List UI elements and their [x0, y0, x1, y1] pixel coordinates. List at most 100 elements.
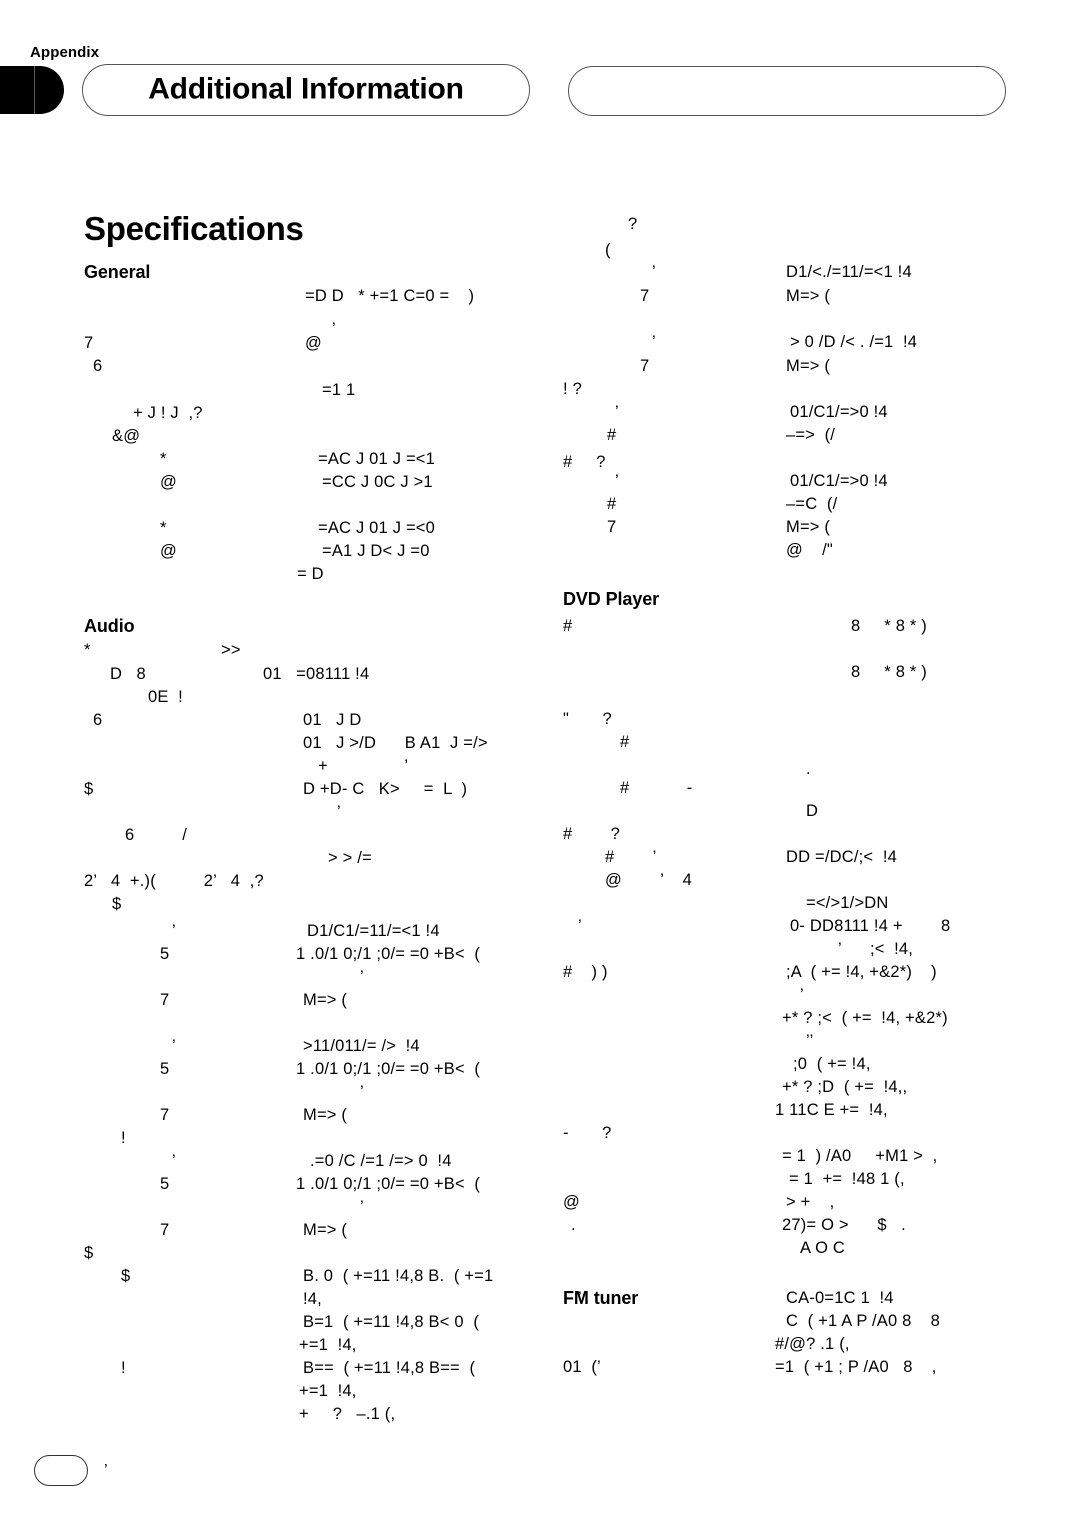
spec-row-label: ’: [172, 922, 176, 940]
spec-row-value: + ’: [318, 757, 409, 775]
spec-row-value: ’: [360, 968, 364, 986]
chapter-thumb-tab: [0, 66, 64, 114]
spec-row-value: =AC J 01 J =<0: [318, 519, 435, 537]
spec-row-label: @ ’ 4: [605, 871, 692, 889]
spec-row-label: 5: [160, 1175, 170, 1193]
header-secondary-pill: [568, 66, 1006, 116]
spec-row-label: 5: [160, 1060, 170, 1078]
spec-row-value: =D D * +=1 C=0 = ): [305, 287, 475, 305]
spec-row-value: –=> (/: [786, 426, 836, 444]
spec-row-label: .: [571, 1216, 576, 1234]
spec-row-label: $: [84, 780, 94, 798]
spec-row-value: D: [806, 802, 819, 820]
spec-row-value: M=> (: [303, 1221, 348, 1239]
spec-row-label: 2’ 4 +.)( 2’ 4 ,?: [84, 872, 264, 890]
spec-row-label: 01 (’: [563, 1358, 601, 1376]
spec-row-value: .: [806, 760, 811, 778]
section-heading-audio: Audio: [84, 616, 135, 636]
spec-row-value: 01 J D: [303, 711, 362, 729]
section-heading-fm-tuner: FM tuner: [563, 1288, 639, 1308]
spec-row-label: ’: [172, 1037, 176, 1055]
spec-row-label: - ?: [563, 1124, 612, 1142]
spec-row-value: !4,: [303, 1290, 322, 1308]
spec-row-value: 1 .0/1 0;/1 ;0/= =0 +B< (: [296, 945, 481, 963]
spec-row-label: #: [620, 733, 630, 751]
spec-row-value: + ? –.1 (,: [299, 1405, 396, 1423]
spec-row-value: +* ? ;D ( += !4,,: [782, 1078, 908, 1096]
spec-row-value: C ( +1 A P /A0 8 8: [786, 1312, 941, 1330]
spec-row-value: M=> (: [303, 1106, 348, 1124]
chapter-title-pill: Additional Information: [82, 64, 530, 116]
spec-row-value: +=1 !4,: [299, 1336, 357, 1354]
spec-row-label: ’: [578, 1289, 582, 1307]
spec-row-label: ’: [578, 917, 582, 935]
spec-row-value: DD =/DC/;< !4: [786, 848, 898, 866]
spec-row-label: *: [160, 519, 167, 537]
spec-row-value: 8 * 8 * ): [851, 617, 927, 635]
spec-row-value: D1/<./=11/=<1 !4: [786, 263, 912, 281]
spec-row-value: 0- DD8111 !4 + 8: [790, 917, 951, 935]
spec-row-label: # ’: [605, 848, 657, 866]
spec-row-value: 27)= O > $ .: [782, 1216, 906, 1234]
spec-row-label: !: [121, 1129, 126, 1147]
spec-row-value: B. 0 ( +=11 !4,8 B. ( +=1: [303, 1267, 494, 1285]
spec-row-value: ’ ;< !4,: [838, 940, 914, 958]
spec-row-value: = D: [297, 565, 324, 583]
footer-note: ’: [104, 1462, 108, 1479]
spec-row-value: B=1 ( +=11 !4,8 B< 0 (: [303, 1313, 480, 1331]
spec-row-label: $: [84, 1244, 94, 1262]
spec-row-label: # ?: [563, 825, 621, 843]
appendix-label: Appendix: [30, 44, 100, 61]
spec-row-value: ’’: [806, 1032, 814, 1050]
page-number-pill: [34, 1455, 88, 1486]
spec-row-value: =1 1: [322, 381, 356, 399]
spec-row-label: ’: [172, 1152, 176, 1170]
spec-row-label: $: [112, 895, 122, 913]
spec-row-value: @ /": [786, 541, 833, 559]
spec-row-label: 5: [160, 945, 170, 963]
spec-row-value: >11/011/= /> !4: [303, 1037, 420, 1055]
spec-row-value: @: [305, 334, 322, 352]
spec-row-value: = 1 += !48 1 (,: [789, 1170, 905, 1188]
spec-row-label: *: [160, 450, 167, 468]
spec-row-value: ;0 ( += !4,: [793, 1055, 871, 1073]
spec-row-label: @: [160, 473, 177, 491]
spec-row-label: ’: [652, 333, 656, 351]
spec-row-label: ?: [628, 215, 638, 233]
section-heading-dvd-player: DVD Player: [563, 589, 660, 609]
spec-row-label: (: [605, 241, 611, 259]
spec-row-value: #/@? .1 (,: [775, 1335, 850, 1353]
spec-row-value: 01/C1/=>0 !4: [790, 403, 888, 421]
spec-row-label: 7: [160, 1106, 170, 1124]
spec-row-label: 7: [160, 991, 170, 1009]
spec-row-label: @: [160, 542, 177, 560]
spec-row-value: A O C: [800, 1239, 846, 1257]
spec-row-value: D +D- C K> = L ): [303, 780, 468, 798]
spec-row-value: .=0 /C /=1 /=> 0 !4: [310, 1152, 452, 1170]
spec-row-label: ’: [652, 263, 656, 281]
spec-row-label: ’: [615, 403, 619, 421]
spec-row-label: $: [121, 1267, 131, 1285]
spec-row-value: M=> (: [786, 357, 831, 375]
spec-row-value: 01 =08111 !4: [263, 665, 370, 683]
spec-row-label: 0E !: [148, 688, 183, 706]
manual-page: Appendix Additional Information Specific…: [0, 0, 1080, 1529]
spec-row-label: 7: [160, 1221, 170, 1239]
spec-row-label: #: [607, 426, 617, 444]
spec-row-value: 1 .0/1 0;/1 ;0/= =0 +B< (: [296, 1060, 481, 1078]
page-title: Additional Information: [148, 72, 464, 106]
spec-row-label: 6 /: [125, 826, 188, 844]
spec-row-value: =AC J 01 J =<1: [318, 450, 435, 468]
spec-row-value: 01/C1/=>0 !4: [790, 472, 888, 490]
spec-row-label: &@: [112, 427, 141, 445]
spec-row-label: 7: [84, 334, 94, 352]
spec-row-value: = 1 ) /A0 +M1 > ,: [782, 1147, 938, 1165]
spec-row-value: ’: [332, 320, 336, 338]
spec-row-value: D1/C1/=11/=<1 !4: [307, 922, 440, 940]
spec-row-value: =1 ( +1 ; P /A0 8 ,: [775, 1358, 937, 1376]
spec-row-value: +=1 !4,: [299, 1382, 357, 1400]
spec-row-label: #: [607, 495, 617, 513]
spec-row-value: >>: [221, 641, 241, 659]
spec-row-value: –=C (/: [786, 495, 838, 513]
spec-row-label: #: [563, 617, 573, 635]
